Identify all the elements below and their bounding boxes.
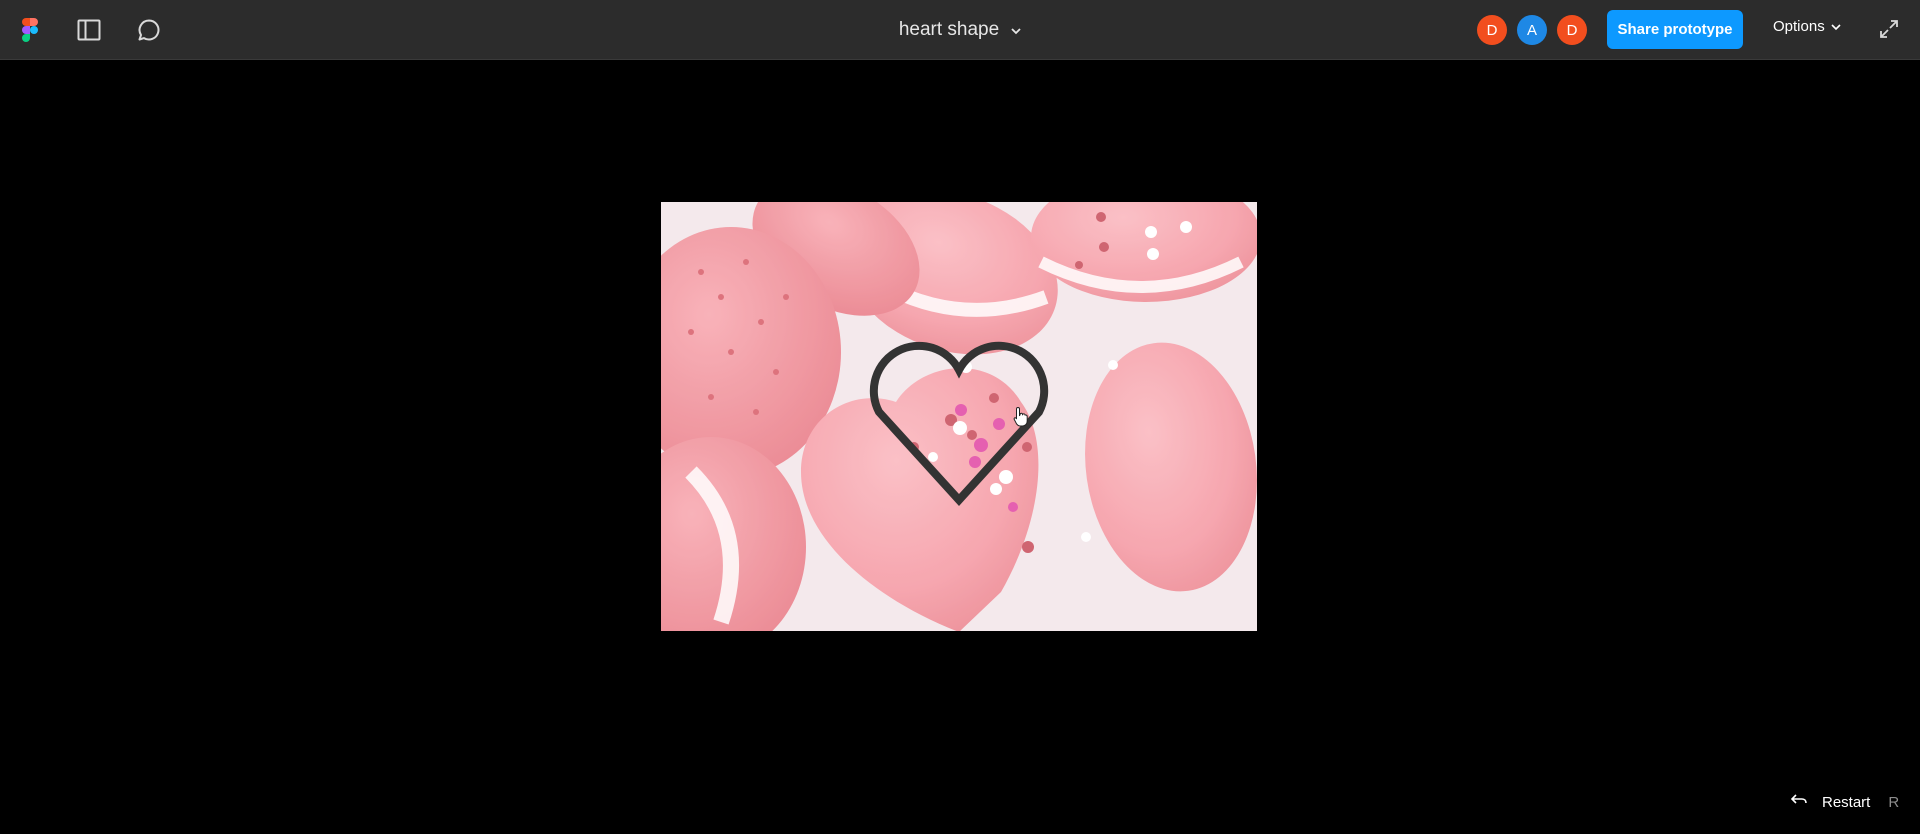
- share-prototype-label: Share prototype: [1617, 21, 1733, 38]
- share-prototype-button[interactable]: Share prototype: [1607, 10, 1743, 49]
- prototype-frame[interactable]: [661, 202, 1257, 631]
- figma-logo-icon[interactable]: [14, 14, 46, 46]
- avatar-initial: A: [1526, 21, 1537, 39]
- expand-icon[interactable]: [1876, 16, 1902, 42]
- restart-arrow-icon: [1790, 793, 1808, 811]
- avatar[interactable]: D: [1477, 15, 1507, 45]
- heart-outline-icon[interactable]: [661, 202, 1257, 631]
- restart-button[interactable]: Restart R: [1790, 793, 1899, 811]
- sidebar-toggle-icon[interactable]: [73, 14, 105, 46]
- chevron-down-icon: [1011, 19, 1021, 41]
- avatar[interactable]: D: [1557, 15, 1587, 45]
- options-menu[interactable]: Options: [1773, 18, 1841, 35]
- chevron-down-icon: [1831, 18, 1841, 35]
- file-title-menu[interactable]: heart shape: [899, 19, 1021, 41]
- avatar[interactable]: A: [1517, 15, 1547, 45]
- avatar-initial: D: [1566, 21, 1578, 39]
- hand-cursor-icon: [1013, 406, 1028, 427]
- restart-label: Restart: [1822, 793, 1871, 811]
- comment-icon[interactable]: [133, 14, 165, 46]
- restart-shortcut: R: [1888, 793, 1900, 811]
- options-label: Options: [1773, 18, 1825, 35]
- top-toolbar: heart shape D A D Share prototype Option…: [0, 0, 1920, 60]
- file-title: heart shape: [898, 19, 1000, 40]
- avatar-initial: D: [1486, 21, 1498, 39]
